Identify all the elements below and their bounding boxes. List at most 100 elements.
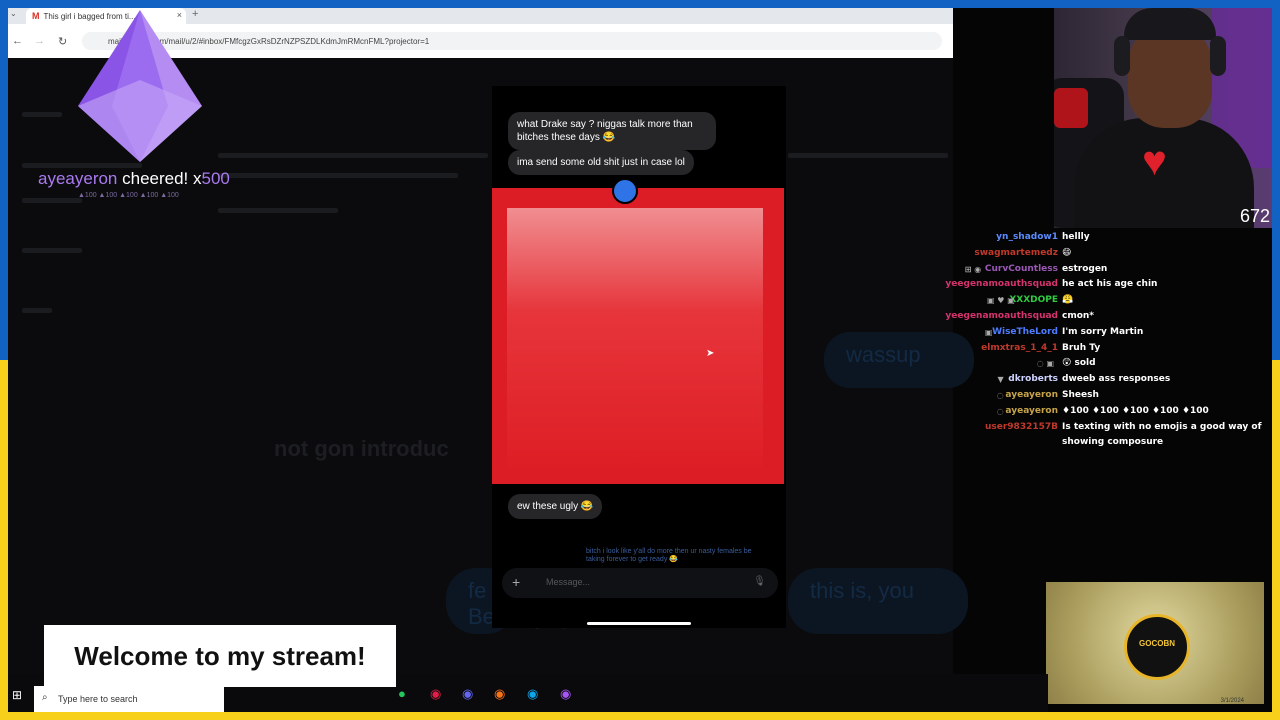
edge-icon[interactable]: ◉ [527, 687, 538, 701]
search-icon: ⌕ [42, 692, 48, 703]
cheer-amount: 500 [201, 169, 230, 188]
chat-text: ♦100 ♦100 ♦100 ♦100 ♦100 [1062, 405, 1209, 416]
chat-username[interactable]: ayeayeron [1005, 388, 1058, 403]
chat-badges-icon: ◌ [996, 406, 1004, 416]
dm-message: what Drake say ? niggas talk more than b… [508, 112, 716, 150]
chat-badges-icon: ◌ [996, 390, 1004, 400]
chat-text: 😲 sold [1062, 358, 1096, 369]
chat-badges-icon: ▼ [997, 375, 1004, 385]
chat-message: elmxtras_1_4_1 Bruh Ty [948, 341, 1272, 357]
dim-line [788, 153, 948, 158]
chat-message: CurvCountless ⊞ ◉ estrogen [948, 262, 1272, 278]
dim-line [218, 208, 338, 213]
forward-icon[interactable]: → [34, 35, 45, 47]
dm-message: ima send some old shit just in case lol [508, 150, 694, 175]
taskbar-search-placeholder: Type here to search [58, 694, 138, 704]
chat-message: yn_shadow1 hellly [948, 230, 1272, 246]
chat-text: cmon* [1062, 310, 1095, 321]
panel-date: 3/1/2024 [1220, 698, 1244, 704]
mic-icon[interactable]: 🎙 [753, 576, 766, 587]
chat-message: user9832157B Is texting with no emojis a … [948, 420, 1272, 452]
dim-line [22, 198, 82, 203]
chat-username[interactable]: XXXDOPE [1009, 293, 1058, 308]
dm-shared-photo[interactable]: ➤ [492, 188, 784, 484]
dim-line [22, 248, 82, 253]
composer-placeholder: Message... [546, 577, 591, 587]
app-icon[interactable]: ◉ [560, 687, 571, 701]
reply-preview: bitch i look like y'all do more then ur … [586, 548, 752, 563]
chat-message: WiseTheLord ▣ I'm sorry Martin [948, 325, 1272, 341]
viewer-count: 672 [1239, 206, 1270, 226]
dim-bubble-bottom-left-text: fe [468, 578, 487, 603]
chat-text: estrogen [1062, 263, 1108, 274]
stream-canvas: ⌄ M This girl i bagged from ti... × + ← … [8, 8, 1272, 712]
chat-message: ayeayeron ◌ ♦100 ♦100 ♦100 ♦100 ♦100 [948, 404, 1272, 420]
address-bar[interactable]: mail.google.com/mail/u/2/#inbox/FMfcgzGx… [82, 32, 942, 50]
app-icon[interactable]: ◉ [462, 687, 473, 701]
chair-accent [1054, 88, 1088, 128]
welcome-banner: Welcome to my stream! [44, 625, 396, 687]
headphone-right [1210, 36, 1226, 76]
chat-username[interactable]: dkroberts [1008, 372, 1058, 387]
cheer-bits-list: ▲100 ▲100 ▲100 ▲100 ▲100 [78, 192, 179, 199]
chat-message: swagmartemedz 😄 [948, 246, 1272, 262]
chat-message: ayeayeron ◌ Sheesh [948, 388, 1272, 404]
dim-line [22, 308, 52, 313]
cheer-username: ayeayeron [38, 169, 118, 188]
chat-text: I'm sorry Martin [1062, 326, 1144, 337]
reaction-icon [612, 178, 638, 204]
shirt-heart-icon: ♥ [1142, 137, 1167, 184]
chat-text: he act his age chin [1062, 279, 1158, 290]
chat-username[interactable]: CurvCountless [985, 262, 1058, 277]
reload-icon[interactable]: ↻ [58, 35, 67, 48]
chat-text: 😤 [1062, 295, 1074, 306]
taskbar-search[interactable]: ⌕ Type here to search [34, 686, 224, 712]
photo-content [507, 208, 763, 468]
chat-text: Is texting with no emojis a good way of … [1062, 421, 1262, 447]
dim-bubble-bottom-right: this is, you [788, 568, 968, 634]
chat-badges-icon: ▣ [984, 327, 993, 337]
chat-text: Bruh Ty [1062, 342, 1101, 353]
chat-message: yeegenamoauthsquad cmon* [945, 309, 1272, 325]
chat-badges-icon: ◌ ▣ [1036, 359, 1054, 369]
chat-username[interactable]: ayeayeron [1005, 404, 1058, 419]
stream-chat: yn_shadow1 hellly swagmartemedz 😄 CurvCountl… [945, 230, 1272, 452]
logo-panel: GOCOBN 3/1/2024 [1046, 582, 1264, 704]
gmail-icon: M [32, 11, 40, 21]
dim-line [22, 112, 62, 117]
cheer-alert-text: ayeayeron cheered! x500 [38, 169, 230, 189]
chat-username[interactable]: elmxtras_1_4_1 [981, 341, 1058, 356]
chat-username[interactable]: yeegenamoauthsquad [945, 277, 1058, 292]
chat-message: XXXDOPE ▣ ♥ ▣ 😤 [948, 293, 1272, 309]
webcam-feed: ♥ 672 [1054, 8, 1272, 228]
chat-username[interactable]: yeegenamoauthsquad [945, 309, 1058, 324]
app-icon[interactable]: ◉ [430, 687, 441, 701]
headphone-left [1114, 36, 1130, 76]
back-icon[interactable]: ← [12, 35, 23, 47]
dim-line [22, 163, 142, 168]
chat-text: dweeb ass responses [1062, 374, 1171, 385]
chat-username[interactable]: WiseTheLord [992, 325, 1058, 340]
chat-text: hellly [1062, 232, 1090, 242]
chat-username[interactable]: swagmartemedz [974, 246, 1058, 261]
chat-message: yeegenamoauthsquad he act his age chin [945, 277, 1272, 293]
message-composer[interactable]: + Message... 🎙 [502, 568, 778, 598]
firefox-icon[interactable]: ◉ [494, 687, 505, 701]
cheer-action: cheered! x [117, 169, 202, 188]
add-attachment-icon[interactable]: + [512, 574, 520, 590]
chat-badges-icon: ⊞ ◉ [964, 264, 982, 274]
home-indicator [587, 622, 691, 625]
dm-screenshot: what Drake say ? niggas talk more than b… [492, 86, 786, 628]
chat-badges-icon: ▣ ♥ ▣ [986, 296, 1015, 306]
windows-start-icon[interactable]: ⊞ [12, 688, 22, 702]
dim-line [218, 153, 488, 158]
dm-message: ew these ugly 😂 [508, 494, 603, 519]
chat-message: dkroberts ▼ dweeb ass responses [948, 372, 1272, 388]
chat-username[interactable]: yn_shadow1 [996, 230, 1058, 245]
tab-list-chevron-icon[interactable]: ⌄ [10, 9, 17, 18]
dim-line [218, 173, 458, 178]
chat-message: ◌ ▣ 😲 sold [948, 356, 1272, 372]
bear-logo-icon: GOCOBN [1124, 614, 1190, 680]
spotify-icon[interactable]: ● [398, 687, 406, 701]
chat-username[interactable]: user9832157B [985, 420, 1058, 435]
